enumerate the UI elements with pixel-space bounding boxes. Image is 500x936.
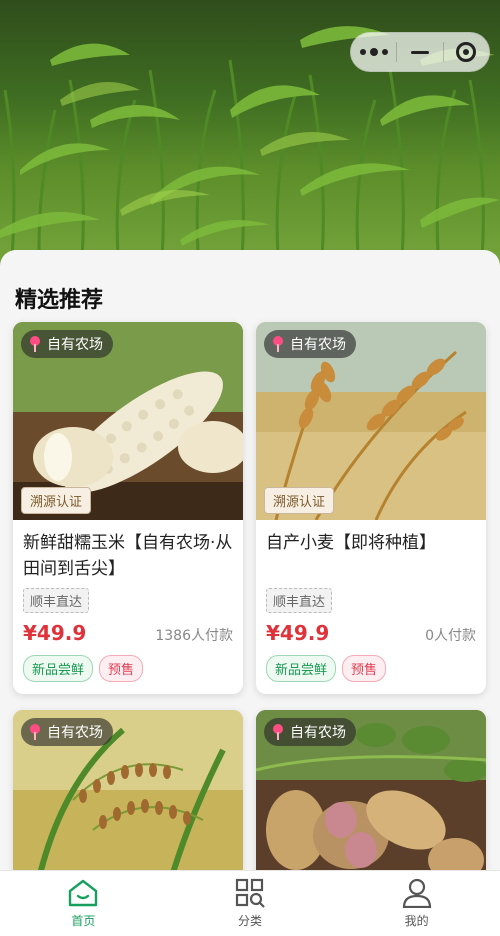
category-icon [235,878,265,908]
product-price: ¥49.9 [23,621,87,645]
new-badge: 新品尝鲜 [23,655,94,682]
product-image: 自有农场 溯源认证 [13,322,243,520]
tab-label: 分类 [238,914,263,928]
profile-icon [402,878,431,908]
product-title[interactable]: 自产小麦【即将种植】 [266,530,476,582]
product-card[interactable]: 自有农场 溯源认证 新鲜甜糯玉米【自有农场·从田间到舌尖】 顺丰直达 ¥49.9… [13,322,243,694]
tab-home[interactable]: 首页 [0,871,167,936]
tab-label: 我的 [404,914,429,928]
tab-label: 首页 [71,914,96,928]
new-badge: 新品尝鲜 [266,655,337,682]
more-button[interactable] [351,33,396,71]
presale-badge: 预售 [342,655,387,682]
location-pin-icon [272,724,284,740]
farm-tag: 自有农场 [21,330,113,358]
farm-tag-label: 自有农场 [290,337,346,353]
mini-program-capsule [350,32,490,72]
bottom-tab-bar: 首页 分类 我的 [0,870,500,936]
trace-badge: 溯源认证 [21,487,92,514]
home-icon [69,879,98,907]
sales-count: 1386人付款 [155,628,233,644]
presale-badge: 预售 [99,655,144,682]
minimize-button[interactable] [397,33,442,71]
section-title: 精选推荐 [15,288,104,313]
farm-tag-label: 自有农场 [47,725,103,741]
farm-tag: 自有农场 [264,330,356,358]
farm-tag-label: 自有农场 [47,337,103,353]
location-pin-icon [29,724,41,740]
location-pin-icon [272,336,284,352]
farm-tag-label: 自有农场 [290,725,346,741]
trace-badge: 溯源认证 [264,487,335,514]
hero-banner [0,0,500,280]
product-card[interactable]: 自有农场 溯源认证 自产小麦【即将种植】 顺丰直达 ¥49.9 0人付款 新品尝… [256,322,486,694]
content-sheet: 精选推荐 自有农场 溯源认证 新鲜甜糯玉米【自有农场·从田间到舌尖】 顺丰直达 … [0,250,500,936]
sales-count: 0人付款 [425,628,476,644]
minimize-icon [410,50,429,54]
farm-tag: 自有农场 [21,718,113,746]
tab-profile[interactable]: 我的 [333,871,500,936]
close-button[interactable] [444,33,489,71]
shipping-tag: 顺丰直达 [23,588,90,613]
location-pin-icon [29,336,41,352]
app-screen: 精选推荐 自有农场 溯源认证 新鲜甜糯玉米【自有农场·从田间到舌尖】 顺丰直达 … [0,0,500,936]
tab-category[interactable]: 分类 [167,871,334,936]
more-dots-icon [359,48,388,56]
target-close-icon [456,42,477,62]
shipping-tag: 顺丰直达 [266,588,333,613]
product-title[interactable]: 新鲜甜糯玉米【自有农场·从田间到舌尖】 [23,530,233,582]
product-image: 自有农场 溯源认证 [256,322,486,520]
farm-tag: 自有农场 [264,718,356,746]
product-price: ¥49.9 [266,621,330,645]
